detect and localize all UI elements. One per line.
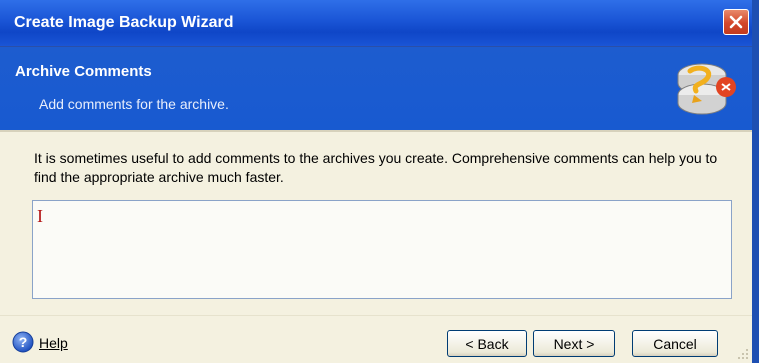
cancel-button[interactable]: Cancel <box>632 330 718 357</box>
window-edge <box>752 0 759 363</box>
close-button[interactable] <box>723 9 749 35</box>
title-bar[interactable]: Create Image Backup Wizard <box>0 0 752 47</box>
help-link[interactable]: Help <box>39 335 68 351</box>
disk-backup-icon <box>677 63 736 115</box>
close-icon <box>729 15 743 29</box>
header-title: Archive Comments <box>15 63 152 80</box>
wizard-window: Create Image Backup Wizard Archive Comme… <box>0 0 752 363</box>
back-button[interactable]: < Back <box>447 330 527 357</box>
help-icon[interactable]: ? <box>12 331 34 353</box>
resize-grip-icon[interactable] <box>736 347 750 361</box>
header-divider <box>0 130 752 132</box>
next-button[interactable]: Next > <box>533 330 615 357</box>
footer-divider <box>0 315 752 316</box>
svg-text:?: ? <box>19 334 28 350</box>
description-text: It is sometimes useful to add comments t… <box>34 150 718 185</box>
header-subtitle: Add comments for the archive. <box>39 96 229 112</box>
window-title: Create Image Backup Wizard <box>14 14 234 31</box>
text-cursor-icon: I <box>37 206 43 226</box>
wizard-header: Archive Comments Add comments for the ar… <box>0 47 752 130</box>
comments-textarea[interactable]: I <box>32 200 732 299</box>
